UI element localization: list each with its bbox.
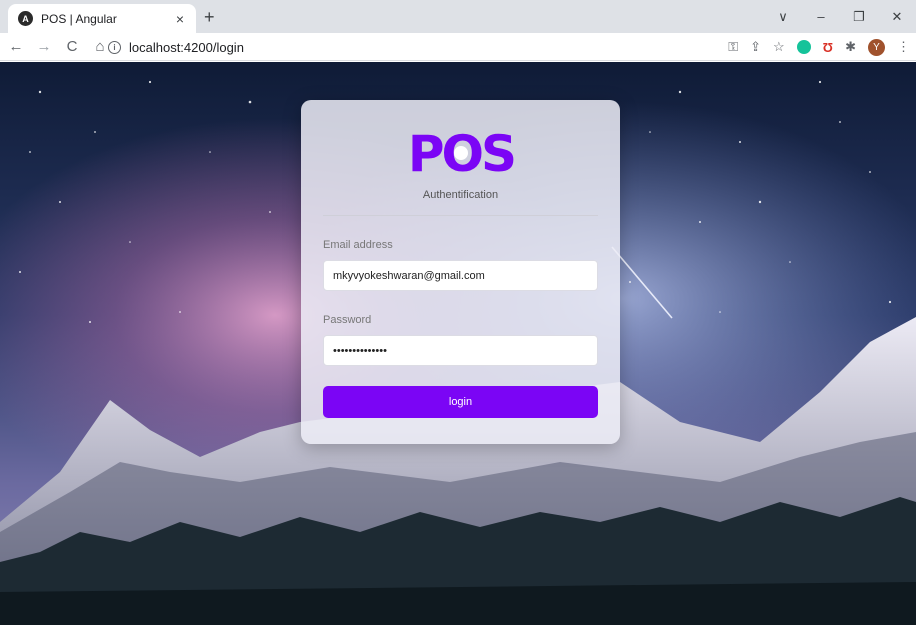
star-icon[interactable]: ☆ [773, 39, 785, 55]
toolbar-right-icons: ⚿ ⇪ ☆ Ʊ ✱ Y ⋮ [728, 37, 910, 57]
email-field[interactable] [323, 260, 598, 291]
restore-icon[interactable]: ❐ [840, 9, 878, 25]
login-button[interactable]: login [323, 386, 598, 418]
menu-icon[interactable]: ⋮ [897, 39, 910, 55]
tab-search-icon[interactable]: ∨ [764, 9, 802, 25]
password-label: Password [323, 314, 372, 326]
extension-red-icon[interactable]: Ʊ [823, 40, 833, 55]
reload-icon[interactable]: C [60, 38, 84, 55]
window-controls: ∨ – ❐ ✕ [764, 0, 916, 33]
page-viewport: POS Authentification Email address Passw… [0, 62, 916, 625]
browser-toolbar: ← → C ⌂ i localhost:4200/login ⚿ ⇪ ☆ Ʊ ✱… [0, 33, 916, 61]
divider [323, 215, 598, 216]
pos-logo: POS [408, 128, 515, 174]
avatar[interactable]: Y [868, 38, 885, 56]
url-text[interactable]: localhost:4200/login [129, 40, 244, 55]
share-icon[interactable]: ⇪ [750, 39, 761, 55]
password-field[interactable] [323, 335, 598, 366]
forward-icon[interactable]: → [32, 38, 56, 55]
close-window-icon[interactable]: ✕ [878, 9, 916, 25]
puzzle-icon[interactable]: ✱ [845, 39, 856, 55]
grammarly-icon[interactable] [796, 40, 811, 54]
email-label: Email address [323, 239, 393, 251]
tab-pos-angular[interactable]: A POS | Angular × [8, 4, 196, 33]
new-tab-button[interactable]: + [204, 7, 215, 28]
auth-caption: Authentification [422, 189, 499, 201]
tab-title: POS | Angular [41, 11, 117, 26]
back-icon[interactable]: ← [4, 38, 28, 55]
close-tab-icon[interactable]: × [172, 11, 188, 27]
login-card: POS Authentification Email address Passw… [301, 100, 620, 444]
site-info-icon[interactable]: i [108, 40, 121, 54]
key-icon[interactable]: ⚿ [728, 39, 738, 55]
minimize-icon[interactable]: – [802, 9, 840, 24]
angular-favicon-icon: A [18, 11, 33, 26]
address-bar[interactable]: i localhost:4200/login [108, 36, 718, 58]
browser-tab-bar: A POS | Angular × + ∨ – ❐ ✕ [0, 0, 916, 33]
